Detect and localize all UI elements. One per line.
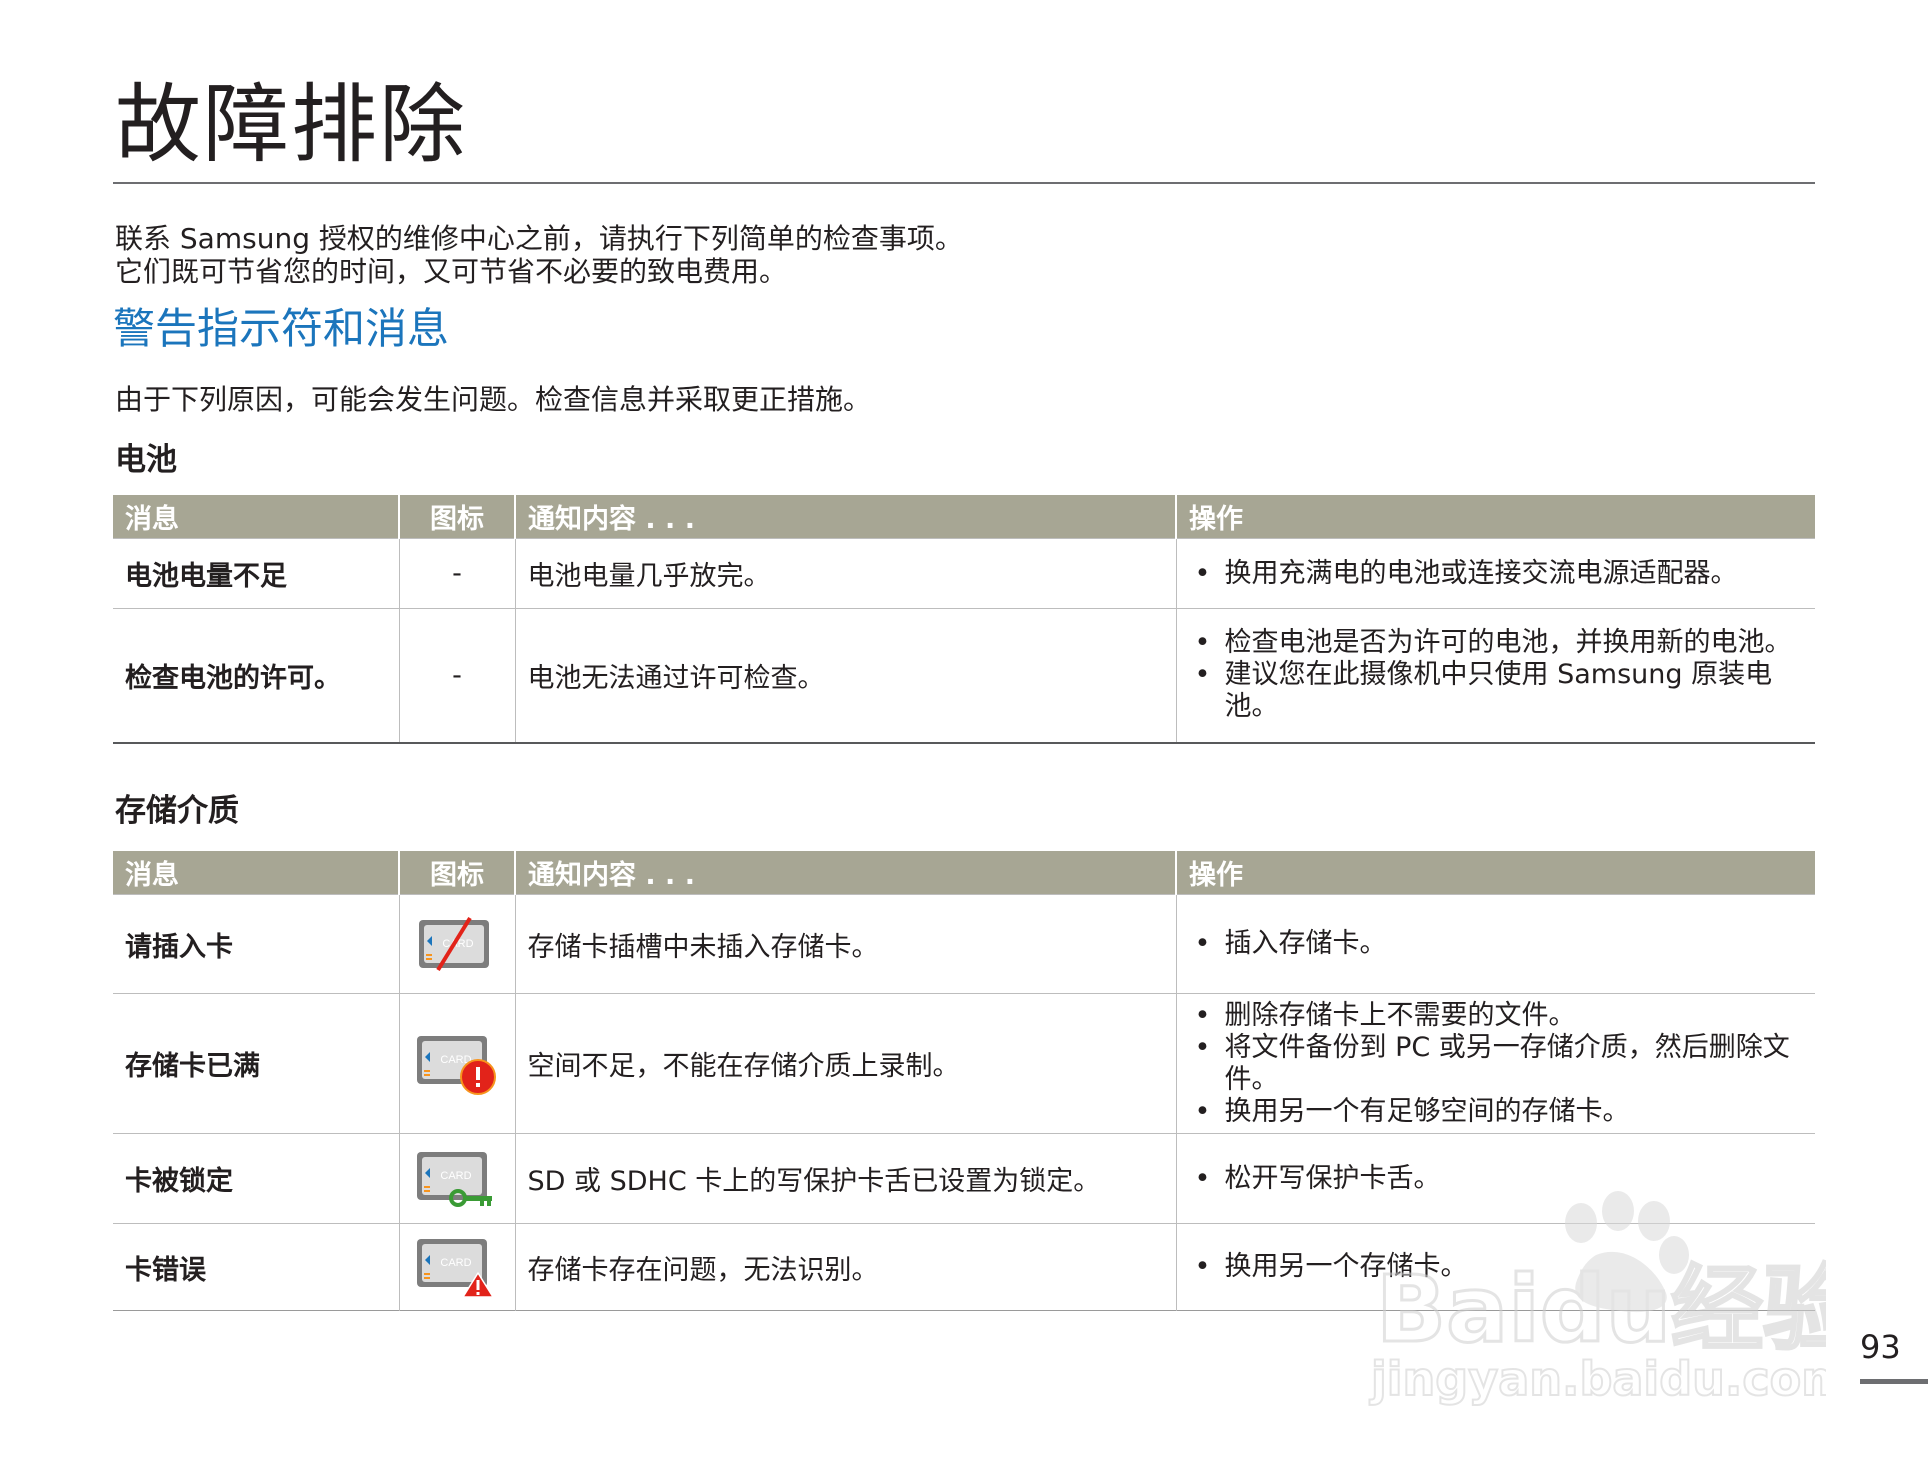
- action-list: 换用充满电的电池或连接交流电源适配器。: [1189, 558, 1804, 590]
- header-message: 消息: [113, 851, 399, 895]
- action-list: 插入存储卡。: [1189, 928, 1804, 960]
- svg-text:CARD: CARD: [440, 1170, 471, 1182]
- section-description: 由于下列原因，可能会发生问题。检查信息并采取更正措施。: [115, 383, 872, 416]
- notice-cell: 电池电量几乎放完。: [514, 538, 1176, 609]
- action-cell: 检查电池是否为许可的电池，并换用新的电池。 建议您在此摄像机中只使用 Samsu…: [1175, 608, 1815, 743]
- watermark-brand: Baidu经验: [1376, 1256, 1826, 1363]
- intro-line: 它们既可节省您的时间，又可节省不必要的致电费用。: [115, 255, 788, 288]
- header-icon: 图标: [398, 495, 515, 539]
- message-cell: 卡错误: [113, 1223, 399, 1311]
- icon-cell: CARD: [398, 1223, 515, 1311]
- action-item: 换用充满电的电池或连接交流电源适配器。: [1189, 558, 1804, 590]
- action-cell: 删除存储卡上不需要的文件。 将文件备份到 PC 或另一存储介质，然后删除文件。 …: [1175, 993, 1815, 1134]
- section-heading: 警告指示符和消息: [113, 304, 450, 353]
- table-row: 电池电量不足 - 电池电量几乎放完。 换用充满电的电池或连接交流电源适配器。: [113, 538, 1815, 609]
- action-item: 检查电池是否为许可的电池，并换用新的电池。: [1189, 627, 1804, 659]
- icon-cell: CARD: [398, 894, 515, 994]
- header-message: 消息: [113, 495, 399, 539]
- notice-cell: 存储卡插槽中未插入存储卡。: [514, 894, 1176, 994]
- icon-cell: CARD: [398, 1133, 515, 1224]
- title-divider: [113, 182, 1815, 184]
- message-cell: 请插入卡: [113, 894, 399, 994]
- page-number-rule: [1860, 1379, 1928, 1384]
- header-notice: 通知内容 . . .: [514, 851, 1176, 895]
- action-item: 换用另一个有足够空间的存储卡。: [1189, 1096, 1804, 1128]
- svg-text:CARD: CARD: [440, 1257, 471, 1269]
- message-cell: 检查电池的许可。: [113, 608, 399, 743]
- page-title: 故障排除: [115, 75, 467, 175]
- action-list: 检查电池是否为许可的电池，并换用新的电池。 建议您在此摄像机中只使用 Samsu…: [1189, 627, 1804, 723]
- action-cell: 换用充满电的电池或连接交流电源适配器。: [1175, 538, 1815, 609]
- action-item: 建议您在此摄像机中只使用 Samsung 原装电池。: [1189, 659, 1804, 723]
- card-crossed-icon: CARD: [419, 916, 489, 972]
- table-header-row: 消息 图标 通知内容 . . . 操作: [113, 851, 1815, 895]
- notice-cell: 空间不足，不能在存储介质上录制。: [514, 993, 1176, 1134]
- table-header-row: 消息 图标 通知内容 . . . 操作: [113, 495, 1815, 539]
- media-group-title: 存储介质: [115, 793, 239, 829]
- action-list: 删除存储卡上不需要的文件。 将文件备份到 PC 或另一存储介质，然后删除文件。 …: [1189, 1000, 1804, 1128]
- action-item: 插入存储卡。: [1189, 928, 1804, 960]
- header-notice: 通知内容 . . .: [514, 495, 1176, 539]
- table-row: 存储卡已满 CARD 空间不足，不能在存储介质上录制。 删除存储卡上不需要的: [113, 993, 1815, 1134]
- watermark-url: jingyan.baidu.com: [1369, 1352, 1826, 1406]
- notice-cell: 电池无法通过许可检查。: [514, 608, 1176, 743]
- table-row: 检查电池的许可。 - 电池无法通过许可检查。 检查电池是否为许可的电池，并换用新…: [113, 608, 1815, 743]
- battery-table: 消息 图标 通知内容 . . . 操作 电池电量不足 - 电池电量几乎放完。 换…: [113, 495, 1815, 744]
- card-error-icon: CARD: [417, 1239, 494, 1298]
- intro-paragraph: 联系 Samsung 授权的维修中心之前，请执行下列简单的检查事项。 它们既可节…: [115, 222, 963, 288]
- action-item: 删除存储卡上不需要的文件。: [1189, 1000, 1804, 1032]
- card-full-icon: CARD: [417, 1035, 496, 1095]
- action-item: 将文件备份到 PC 或另一存储介质，然后删除文件。: [1189, 1032, 1804, 1096]
- header-action: 操作: [1175, 851, 1815, 895]
- header-icon: 图标: [398, 851, 515, 895]
- page-number: 93: [1860, 1328, 1901, 1366]
- icon-cell: -: [398, 608, 515, 743]
- icon-cell: -: [398, 538, 515, 609]
- battery-group-title: 电池: [115, 442, 177, 478]
- message-cell: 卡被锁定: [113, 1133, 399, 1224]
- notice-cell: 存储卡存在问题，无法识别。: [514, 1223, 1176, 1311]
- table-row: 请插入卡 CARD 存储卡插槽中未插入存储卡。 插入存储卡。: [113, 894, 1815, 994]
- message-cell: 存储卡已满: [113, 993, 399, 1134]
- baidu-watermark-logo: Baidu经验 jingyan.baidu.com: [1368, 1191, 1826, 1407]
- icon-cell: CARD: [398, 993, 515, 1134]
- card-locked-icon: CARD: [417, 1151, 492, 1207]
- header-action: 操作: [1175, 495, 1815, 539]
- action-cell: 插入存储卡。: [1175, 894, 1815, 994]
- notice-cell: SD 或 SDHC 卡上的写保护卡舌已设置为锁定。: [514, 1133, 1176, 1224]
- intro-line: 联系 Samsung 授权的维修中心之前，请执行下列简单的检查事项。: [115, 222, 963, 255]
- message-cell: 电池电量不足: [113, 538, 399, 609]
